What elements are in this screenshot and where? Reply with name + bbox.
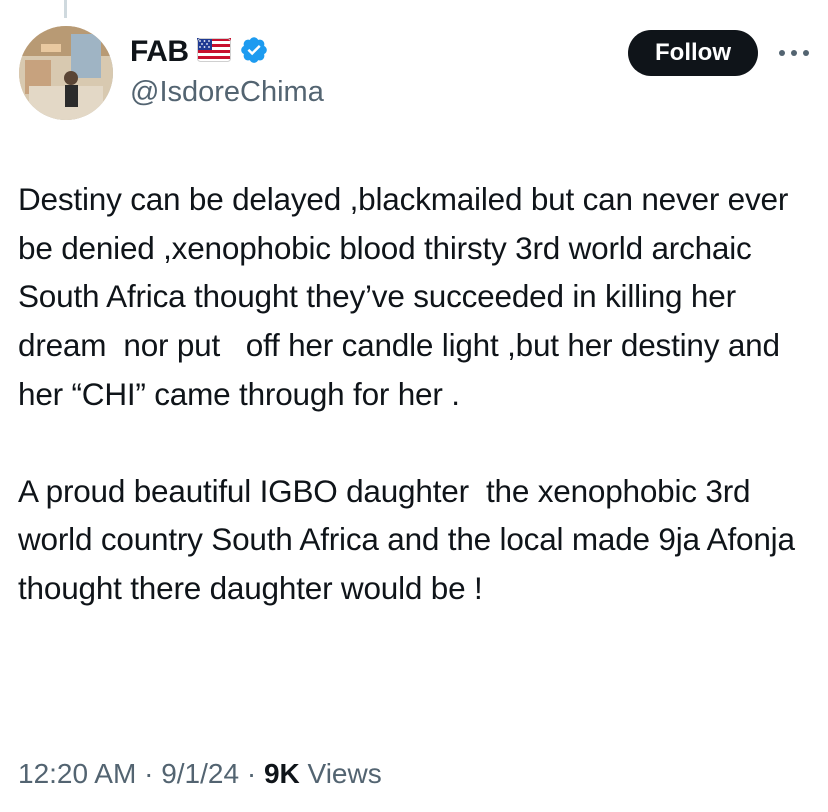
views-count: 9K [263,758,300,789]
post-date[interactable]: 9/1/24 [161,758,239,789]
views-label: Views [307,758,382,789]
meta-separator: · [239,758,264,789]
us-flag-icon [196,37,231,67]
author-handle[interactable]: @IsdoreChima [130,76,324,109]
avatar[interactable] [19,26,113,120]
post-text: Destiny can be delayed ,blackmailed but … [18,175,818,613]
follow-button[interactable]: Follow [628,30,758,76]
post-time[interactable]: 12:20 AM [18,758,136,789]
author-name-row: FAB [130,34,269,70]
post-paragraph: Destiny can be delayed ,blackmailed but … [18,181,797,412]
post-paragraph: A proud beautiful IGBO daughter the xeno… [18,472,804,606]
author-display-name[interactable]: FAB [130,35,189,69]
thread-connector-line [64,0,67,18]
post-meta: 12:20 AM · 9/1/24 · 9K Views [18,758,382,790]
more-horizontal-icon [779,50,809,56]
meta-separator: · [136,758,162,789]
avatar-photo-icon [19,26,113,120]
verified-badge-icon [239,35,269,70]
more-options-button[interactable] [774,40,814,66]
